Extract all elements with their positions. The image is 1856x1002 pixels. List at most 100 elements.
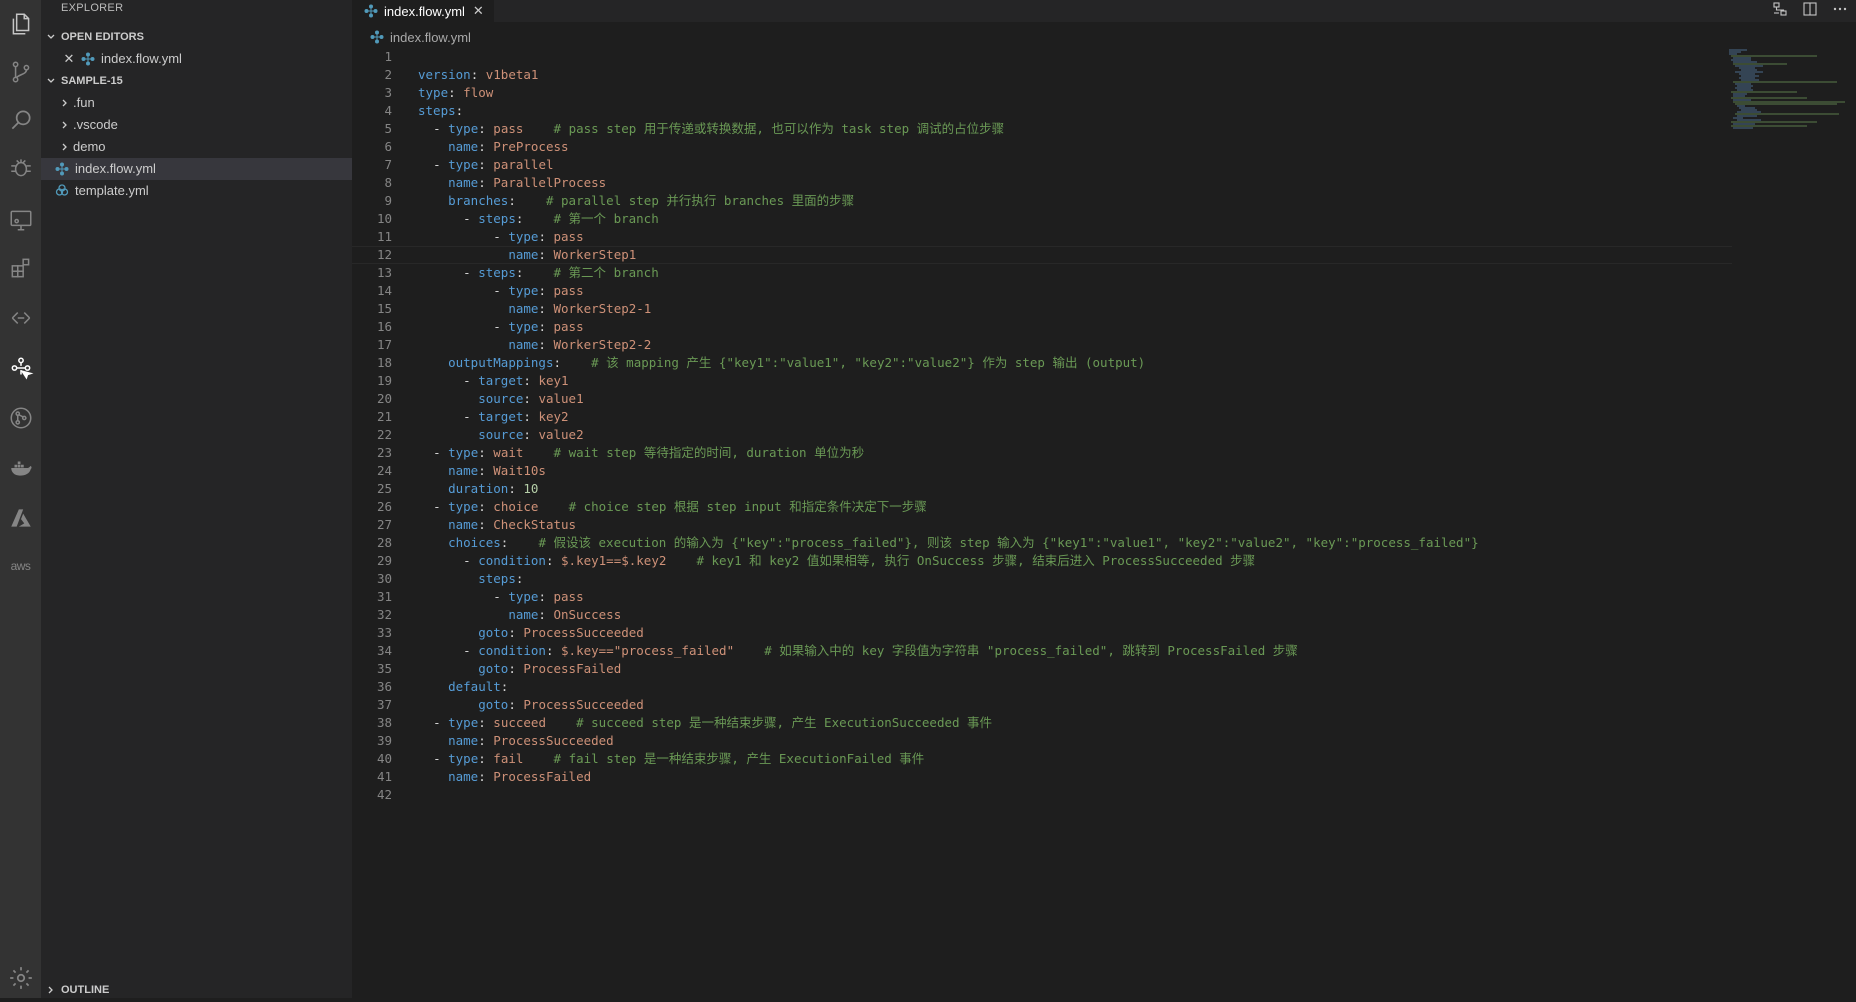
code-line[interactable]: 3 type: flow [352, 84, 1732, 102]
code-line[interactable]: 4 steps: [352, 102, 1732, 120]
line-number: 33 [376, 625, 392, 640]
docker-icon[interactable] [0, 444, 41, 492]
line-number: 31 [376, 589, 392, 604]
tree-item-template[interactable]: template.yml [41, 180, 352, 202]
line-text: - type: pass [493, 229, 584, 244]
activity-bar: aws [0, 0, 41, 998]
code-line[interactable]: 5 - type: pass # pass step 用于传递或转换数据, 也可… [352, 120, 1732, 138]
tree-item-demo[interactable]: demo [41, 136, 352, 158]
outline-header[interactable]: OUTLINE [41, 982, 352, 998]
minimap[interactable] [1727, 48, 1847, 138]
line-text: - type: succeed # succeed step 是一种结束步骤, … [433, 715, 993, 730]
project-header[interactable]: SAMPLE-15 [41, 70, 352, 92]
code-line[interactable]: 26 - type: choice # choice step 根据 step … [352, 498, 1732, 516]
azure-icon[interactable] [0, 494, 41, 542]
tab-index-flow[interactable]: index.flow.yml ✕ [352, 0, 494, 22]
more-actions-icon[interactable] [1832, 1, 1848, 22]
code-line[interactable]: 41 name: ProcessFailed [352, 768, 1732, 786]
line-number: 26 [376, 499, 392, 514]
tree-item-label: .fun [73, 95, 95, 110]
source-control-icon[interactable] [0, 48, 41, 96]
code-line[interactable]: 40 - type: fail # fail step 是一种结束步骤, 产生 … [352, 750, 1732, 768]
code-line[interactable]: 18 outputMappings: # 该 mapping 产生 {"key1… [352, 354, 1732, 372]
code-line[interactable]: 10 - steps: # 第一个 branch [352, 210, 1732, 228]
code-line[interactable]: 42 [352, 786, 1732, 804]
line-number: 42 [376, 787, 392, 802]
line-number: 38 [376, 715, 392, 730]
code-line[interactable]: 11 - type: pass [352, 228, 1732, 246]
line-number: 4 [384, 103, 392, 118]
tree-item-fun[interactable]: .fun [41, 92, 352, 114]
code-line[interactable]: 31 - type: pass [352, 588, 1732, 606]
code-line[interactable]: 27 name: CheckStatus [352, 516, 1732, 534]
code-line[interactable]: 12 name: WorkerStep1 [352, 246, 1732, 264]
code-line[interactable]: 9 branches: # parallel step 并行执行 branche… [352, 192, 1732, 210]
code-line[interactable]: 36 default: [352, 678, 1732, 696]
line-text: goto: ProcessSucceeded [478, 697, 644, 712]
extensions-icon[interactable] [0, 244, 41, 292]
open-editor-item[interactable]: ✕ index.flow.yml [41, 48, 352, 70]
line-number: 9 [384, 193, 392, 208]
code-line[interactable]: 19 - target: key1 [352, 372, 1732, 390]
code-line[interactable]: 2 version: v1beta1 [352, 66, 1732, 84]
close-icon[interactable]: ✕ [473, 3, 484, 19]
line-number: 15 [376, 301, 392, 316]
tree-item-index-flow[interactable]: index.flow.yml [41, 158, 352, 180]
code-line[interactable]: 8 name: ParallelProcess [352, 174, 1732, 192]
code-line[interactable]: 13 - steps: # 第二个 branch [352, 264, 1732, 282]
gitlens-icon[interactable] [0, 294, 41, 342]
code-line[interactable]: 28 choices: # 假设该 execution 的输入为 {"key":… [352, 534, 1732, 552]
search-icon[interactable] [0, 96, 41, 144]
flow-graph-icon[interactable] [1772, 1, 1788, 22]
code-line[interactable]: 30 steps: [352, 570, 1732, 588]
code-line[interactable]: 23 - type: wait # wait step 等待指定的时间, dur… [352, 444, 1732, 462]
gear-icon[interactable] [0, 954, 41, 1002]
breadcrumb[interactable]: index.flow.yml [352, 26, 471, 48]
open-editors-header[interactable]: OPEN EDITORS [41, 26, 352, 48]
split-editor-icon[interactable] [1802, 1, 1818, 22]
code-line[interactable]: 15 name: WorkerStep2-1 [352, 300, 1732, 318]
remote-explorer-icon[interactable] [0, 196, 41, 244]
close-icon[interactable]: ✕ [61, 48, 77, 70]
code-line[interactable]: 16 - type: pass [352, 318, 1732, 336]
files-icon[interactable] [0, 0, 41, 48]
line-text: goto: ProcessFailed [478, 661, 622, 676]
line-text: - steps: # 第二个 branch [463, 265, 659, 280]
code-line[interactable]: 24 name: Wait10s [352, 462, 1732, 480]
fun-flow-icon[interactable] [0, 344, 41, 392]
code-line[interactable]: 14 - type: pass [352, 282, 1732, 300]
code-line[interactable]: 22 source: value2 [352, 426, 1732, 444]
git-graph-icon[interactable] [0, 394, 41, 442]
line-number: 5 [384, 121, 392, 136]
flow-file-icon [79, 52, 97, 66]
code-line[interactable]: 37 goto: ProcessSucceeded [352, 696, 1732, 714]
line-text: name: PreProcess [448, 139, 569, 154]
code-line[interactable]: 7 - type: parallel [352, 156, 1732, 174]
code-line[interactable]: 39 name: ProcessSucceeded [352, 732, 1732, 750]
code-line[interactable]: 38 - type: succeed # succeed step 是一种结束步… [352, 714, 1732, 732]
explorer-title: EXPLORER [61, 2, 124, 14]
aws-icon[interactable]: aws [0, 542, 41, 590]
code-line[interactable]: 20 source: value1 [352, 390, 1732, 408]
code-line[interactable]: 6 name: PreProcess [352, 138, 1732, 156]
tree-item-label: demo [73, 139, 106, 154]
code-line[interactable]: 35 goto: ProcessFailed [352, 660, 1732, 678]
code-line[interactable]: 17 name: WorkerStep2-2 [352, 336, 1732, 354]
code-line[interactable]: 21 - target: key2 [352, 408, 1732, 426]
code-line[interactable]: 34 - condition: $.key=="process_failed" … [352, 642, 1732, 660]
line-text: name: OnSuccess [508, 607, 622, 622]
tree-item-vscode[interactable]: .vscode [41, 114, 352, 136]
debug-icon[interactable] [0, 144, 41, 192]
code-line[interactable]: 29 - condition: $.key1==$.key2 # key1 和 … [352, 552, 1732, 570]
line-text: name: ProcessFailed [448, 769, 592, 784]
line-number: 28 [376, 535, 392, 550]
code-line[interactable]: 1 [352, 48, 1732, 66]
code-line[interactable]: 32 name: OnSuccess [352, 606, 1732, 624]
line-number: 25 [376, 481, 392, 496]
line-number: 23 [376, 445, 392, 460]
code-line[interactable]: 25 duration: 10 [352, 480, 1732, 498]
tree-item-label: template.yml [75, 183, 149, 198]
line-text: default: [448, 679, 509, 694]
code-line[interactable]: 33 goto: ProcessSucceeded [352, 624, 1732, 642]
line-text: - target: key1 [463, 373, 569, 388]
